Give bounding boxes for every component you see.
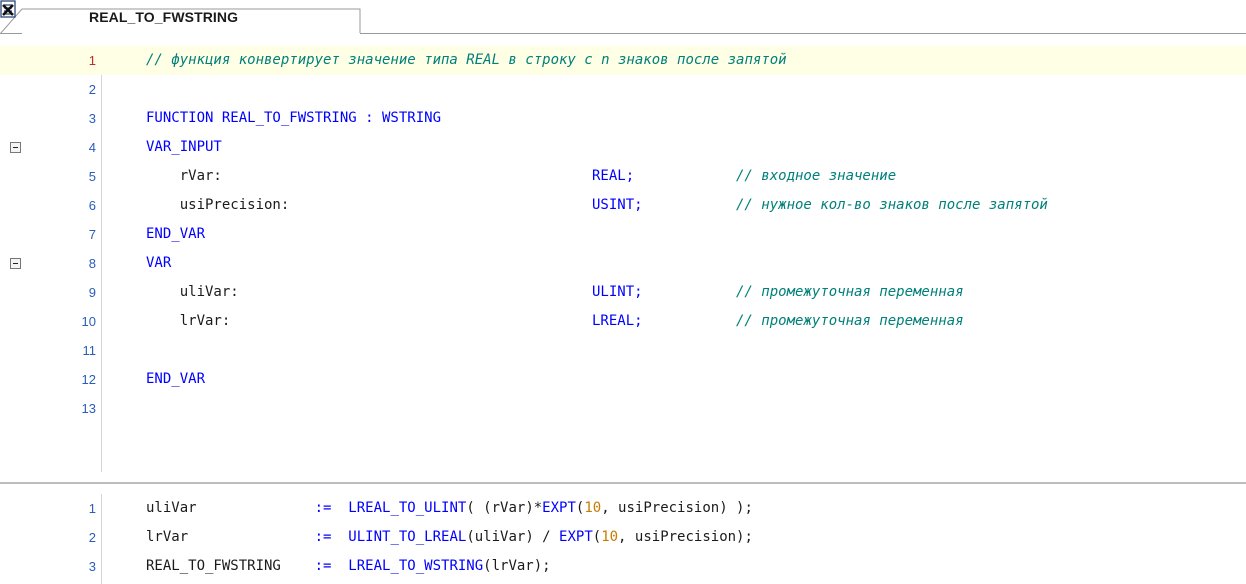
line-number: 1 bbox=[88, 501, 96, 516]
code-keyword: ULINT_TO_LREAL bbox=[348, 529, 467, 545]
code-line[interactable]: 3 FUNCTION REAL_TO_FWSTRING : WSTRING bbox=[0, 104, 1246, 133]
code-comment: // функция конвертирует значение типа RE… bbox=[146, 52, 787, 68]
code-comment: // нужное кол-во знаков после запятой bbox=[736, 197, 1048, 213]
code-line[interactable]: 3 REAL_TO_FWSTRING := LREAL_TO_WSTRING(lr… bbox=[0, 552, 1246, 581]
close-icon[interactable] bbox=[0, 0, 16, 18]
line-number: 2 bbox=[88, 530, 96, 545]
code-keyword: USINT; bbox=[592, 197, 643, 213]
code-statement: lrVar := ULINT_TO_LREAL(uliVar) / EXPT(1… bbox=[146, 529, 753, 545]
editor-splitter[interactable] bbox=[0, 482, 1246, 484]
line-number: 9 bbox=[88, 285, 96, 300]
code-keyword: FUNCTION REAL_TO_FWSTRING : WSTRING bbox=[146, 110, 442, 126]
code-keyword: END_VAR bbox=[146, 371, 206, 387]
code-identifier: lrVar: bbox=[146, 313, 231, 329]
collapse-icon[interactable] bbox=[10, 258, 21, 269]
code-line[interactable]: 4 VAR_INPUT bbox=[0, 133, 1246, 162]
code-keyword: LREAL_TO_WSTRING bbox=[348, 558, 484, 574]
code-keyword: EXPT bbox=[559, 529, 593, 545]
line-number: 4 bbox=[88, 140, 96, 155]
line-number: 3 bbox=[88, 111, 96, 126]
line-number: 1 bbox=[88, 53, 96, 68]
code-line[interactable]: 12 END_VAR bbox=[0, 365, 1246, 394]
code-keyword: EXPT bbox=[542, 500, 576, 516]
code-line[interactable]: 2 lrVar := ULINT_TO_LREAL(uliVar) / EXPT(… bbox=[0, 523, 1246, 552]
line-number: 10 bbox=[81, 314, 96, 329]
code-keyword: VAR_INPUT bbox=[146, 139, 222, 155]
code-keyword: LREAL; bbox=[592, 313, 643, 329]
code-line[interactable]: 8 VAR bbox=[0, 249, 1246, 278]
line-number: 2 bbox=[88, 82, 96, 97]
code-keyword: VAR bbox=[146, 255, 172, 271]
code-keyword: := bbox=[314, 558, 332, 574]
line-number: 8 bbox=[88, 256, 96, 271]
implementation-editor[interactable]: 1 uliVar := LREAL_TO_ULINT( (rVar)*EXPT(1… bbox=[0, 494, 1246, 584]
code-line[interactable]: 1 // функция конвертирует значение типа R… bbox=[0, 46, 1246, 75]
line-number: 3 bbox=[88, 559, 96, 574]
declaration-editor[interactable]: 1 // функция конвертирует значение типа R… bbox=[0, 46, 1246, 472]
code-line[interactable]: 13 bbox=[0, 394, 1246, 423]
code-identifier: usiPrecision: bbox=[146, 197, 290, 213]
tab-title[interactable]: REAL_TO_FWSTRING bbox=[89, 9, 238, 25]
code-keyword: LREAL_TO_ULINT bbox=[348, 500, 467, 516]
code-keyword: END_VAR bbox=[146, 226, 206, 242]
code-keyword: ULINT; bbox=[592, 284, 643, 300]
code-keyword: := bbox=[314, 529, 332, 545]
code-comment: // промежуточная переменная bbox=[736, 313, 964, 329]
code-comment: // промежуточная переменная bbox=[736, 284, 964, 300]
line-number: 11 bbox=[82, 343, 97, 358]
code-keyword: := bbox=[314, 500, 332, 516]
code-identifier: uliVar: bbox=[146, 284, 239, 300]
tab-bar: REAL_TO_FWSTRING bbox=[0, 0, 1246, 34]
code-line[interactable]: 7 END_VAR bbox=[0, 220, 1246, 249]
code-number: 10 bbox=[601, 529, 619, 545]
line-number: 12 bbox=[81, 372, 96, 387]
code-statement: REAL_TO_FWSTRING := LREAL_TO_WSTRING(lrV… bbox=[146, 558, 551, 574]
code-statement: uliVar := LREAL_TO_ULINT( (rVar)*EXPT(10… bbox=[146, 500, 753, 516]
code-line[interactable]: 1 uliVar := LREAL_TO_ULINT( (rVar)*EXPT(1… bbox=[0, 494, 1246, 523]
line-number: 7 bbox=[88, 227, 96, 242]
code-keyword: REAL; bbox=[592, 168, 635, 184]
code-line[interactable]: 11 bbox=[0, 336, 1246, 365]
line-number: 6 bbox=[88, 198, 96, 213]
code-identifier: rVar: bbox=[146, 168, 222, 184]
code-line[interactable]: 2 bbox=[0, 75, 1246, 104]
code-line[interactable]: 5 rVar: REAL; // входное значение bbox=[0, 162, 1246, 191]
line-number: 5 bbox=[88, 169, 96, 184]
code-line[interactable]: 6 usiPrecision: USINT; // нужное кол-во зн… bbox=[0, 191, 1246, 220]
code-number: 10 bbox=[584, 500, 602, 516]
line-number: 13 bbox=[81, 401, 96, 416]
code-line[interactable]: 10 lrVar: LREAL; // промежуточная переменн… bbox=[0, 307, 1246, 336]
code-line[interactable]: 9 uliVar: ULINT; // промежуточная переменн… bbox=[0, 278, 1246, 307]
code-comment: // входное значение bbox=[736, 168, 897, 184]
collapse-icon[interactable] bbox=[10, 142, 21, 153]
